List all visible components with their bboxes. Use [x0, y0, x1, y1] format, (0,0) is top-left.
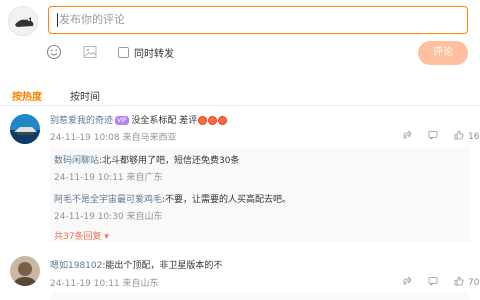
emoji-icon[interactable]	[46, 44, 62, 60]
comment-actions: 164	[402, 130, 480, 143]
reply-meta: 24-11-19 10:11 来自广东	[54, 173, 163, 183]
like-icon[interactable]	[454, 276, 464, 289]
angry-emoji-icon	[218, 116, 228, 125]
comment-header: 别惹爱我的奇迹 VIP 没全系标配 差评	[50, 113, 228, 126]
commenter-avatar[interactable]	[10, 114, 40, 144]
reply-author[interactable]: 阿毛不是全宇宙最可爱鸡毛	[54, 195, 162, 205]
vip-badge: VIP	[115, 116, 129, 125]
like-count: 70	[468, 277, 480, 288]
comment-actions: 70	[402, 276, 479, 289]
expand-replies[interactable]: 共37条回复 ▾	[54, 229, 109, 242]
reply-list: 数码闲聊站:北斗都够用了吧，短信还免费30条 24-11-19 10:11 来自…	[50, 147, 470, 242]
reply-author[interactable]: 数码闲聊站	[54, 156, 99, 166]
like-count: 164	[468, 131, 480, 142]
commenter-name[interactable]: 别惹爱我的奇迹	[50, 116, 113, 126]
tab-by-time[interactable]: 按时间	[70, 88, 100, 103]
forward-checkbox[interactable]	[118, 47, 129, 58]
comment-meta: 24-11-19 10:08 来自马来西亚	[50, 133, 177, 143]
reply-list-partial	[50, 293, 470, 300]
comment-text: 没全系标配 差评	[131, 116, 198, 126]
angry-emoji-icon	[198, 116, 208, 125]
divider	[0, 105, 480, 106]
reply-meta: 24-11-19 10:30 来自山东	[54, 212, 163, 222]
share-icon[interactable]	[402, 276, 412, 289]
comment-text: :能出个顶配，非卫星版本的不	[102, 261, 223, 271]
chevron-down-icon: ▾	[101, 232, 109, 242]
comment-input-placeholder: 发布你的评论	[59, 13, 125, 26]
forward-option[interactable]: 同时转发	[118, 45, 174, 60]
forward-label: 同时转发	[134, 49, 174, 60]
commenter-name[interactable]: 嗯如198102	[50, 261, 102, 271]
tab-by-hot[interactable]: 按热度	[12, 88, 42, 103]
comment-input[interactable]: 发布你的评论	[48, 6, 468, 34]
sort-tabs: 按热度 按时间	[12, 88, 100, 103]
commenter-avatar[interactable]	[10, 256, 40, 286]
reply-item: 阿毛不是全宇宙最可爱鸡毛:不要，让需要的人买高配去吧。	[54, 192, 291, 205]
share-icon[interactable]	[402, 130, 412, 143]
comment-composer: 发布你的评论 同时转发 评论	[0, 0, 480, 80]
like-icon[interactable]	[454, 130, 464, 143]
reply-text: :不要，让需要的人买高配去吧。	[162, 195, 292, 205]
angry-emoji-icon	[208, 116, 218, 125]
text-cursor	[57, 13, 58, 27]
comment-header: 嗯如198102:能出个顶配，非卫星版本的不	[50, 258, 222, 271]
user-avatar[interactable]	[8, 6, 38, 36]
reply-item: 数码闲聊站:北斗都够用了吧，短信还免费30条	[54, 153, 240, 166]
reply-icon[interactable]	[428, 130, 438, 143]
comment-meta: 24-11-19 10:11 来自山东	[50, 279, 159, 289]
image-icon[interactable]	[82, 44, 98, 60]
reply-text: :北斗都够用了吧，短信还免费30条	[99, 156, 240, 166]
submit-comment-button[interactable]: 评论	[418, 41, 468, 65]
expand-replies-link[interactable]: 共37条回复	[54, 232, 101, 242]
reply-icon[interactable]	[428, 276, 438, 289]
